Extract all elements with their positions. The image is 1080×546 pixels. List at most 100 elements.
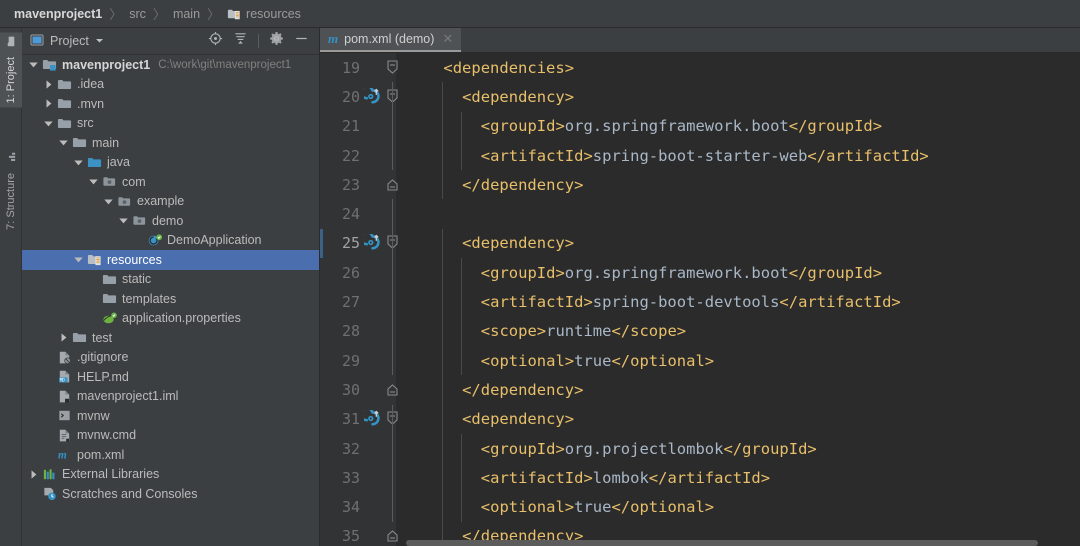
tree-node[interactable]: m pom.xml <box>22 445 319 465</box>
tree-node[interactable]: templates <box>22 289 319 309</box>
ide-window: mavenproject1 〉 src 〉 main 〉 resources 1: Proj… <box>0 0 1080 546</box>
tree-node[interactable]: com <box>22 172 319 192</box>
tree-node[interactable]: Scratches and Consoles <box>22 484 319 504</box>
editor-tab-pom-xml[interactable]: m pom.xml (demo) ✕ <box>320 28 462 52</box>
breadcrumb: mavenproject1 〉 src 〉 main 〉 resources <box>0 0 1080 28</box>
tree-node[interactable]: mavenproject1 C:\work\git\mavenproject1 <box>22 55 319 75</box>
code-line[interactable]: 20 <dependency> <box>320 82 1080 112</box>
tree-node[interactable]: .idea <box>22 75 319 95</box>
code-line[interactable]: 22 <artifactId>spring-boot-starter-web</a… <box>320 140 1080 171</box>
project-view-selector[interactable]: Project <box>30 33 104 50</box>
project-panel-toolbar <box>208 31 315 51</box>
collapse-all-icon[interactable] <box>233 31 248 51</box>
tree-node[interactable]: test <box>22 328 319 348</box>
code-line[interactable]: 30 </dependency> <box>320 375 1080 405</box>
chevron-right-icon[interactable] <box>28 469 42 480</box>
toolbar-divider <box>258 34 259 48</box>
gear-icon[interactable] <box>269 31 284 51</box>
xml-text: lombok <box>592 468 649 487</box>
tree-node[interactable]: java <box>22 153 319 173</box>
tree-node-label: main <box>92 135 120 150</box>
close-icon[interactable]: ✕ <box>442 31 453 47</box>
gitignore-file-icon <box>57 350 77 365</box>
tree-node[interactable]: mvnw <box>22 406 319 426</box>
code-line[interactable]: 28 <scope>runtime</scope> <box>320 316 1080 346</box>
breadcrumb-separator: 〉 <box>109 7 123 22</box>
indent-guide <box>442 258 444 288</box>
tree-node[interactable]: MD HELP.md <box>22 367 319 387</box>
fold-end-icon[interactable] <box>386 381 399 399</box>
rail-tab-7-structure[interactable]: 7: Structure <box>0 148 22 234</box>
breadcrumb-item-src[interactable]: src <box>129 7 146 21</box>
tree-node[interactable]: .mvn <box>22 94 319 114</box>
chevron-down-icon[interactable] <box>118 215 132 226</box>
code-line[interactable]: 33 <artifactId>lombok</artifactId> <box>320 463 1080 493</box>
chevron-down-icon[interactable] <box>28 59 42 70</box>
tree-node[interactable]: .gitignore <box>22 348 319 368</box>
breadcrumb-item-main[interactable]: main <box>173 7 200 21</box>
code-lines[interactable]: 19 <dependencies> 20 <dependency> 21 <groupId… <box>320 53 1080 546</box>
code-line[interactable]: 31 <dependency> <box>320 404 1080 434</box>
code-line[interactable]: 21 <groupId>org.springframework.boot</gro… <box>320 111 1080 141</box>
tree-node[interactable]: static <box>22 270 319 290</box>
fold-guide <box>392 111 393 141</box>
tree-node[interactable]: mvnw.cmd <box>22 426 319 446</box>
chevron-right-icon[interactable] <box>43 98 57 109</box>
breadcrumb-item-resources[interactable]: resources <box>227 7 301 21</box>
line-number: 22 <box>341 146 360 165</box>
line-number: 27 <box>341 293 360 312</box>
tree-node[interactable]: example <box>22 192 319 212</box>
dependency-update-icon[interactable] <box>359 84 382 106</box>
code-line[interactable]: 24 <box>320 199 1080 229</box>
chevron-down-icon[interactable] <box>43 118 57 129</box>
code-line[interactable]: 25 <dependency> <box>320 228 1080 259</box>
rail-tab-1-project[interactable]: 1: Project <box>0 32 22 108</box>
tree-node[interactable]: application.properties <box>22 309 319 329</box>
dependency-update-icon[interactable] <box>359 407 382 428</box>
code-line[interactable]: 23 </dependency> <box>320 170 1080 200</box>
indent-guide <box>461 258 463 288</box>
dependency-update-icon[interactable] <box>359 231 382 252</box>
fold-guide <box>392 345 393 376</box>
code-line[interactable]: 34 <optional>true</optional> <box>320 492 1080 522</box>
indent-guide <box>442 492 444 522</box>
tree-node[interactable]: demo <box>22 211 319 231</box>
fold-end-icon[interactable] <box>386 176 399 194</box>
tree-node[interactable]: DemoApplication <box>22 231 319 251</box>
tree-node[interactable]: mavenproject1.iml <box>22 387 319 407</box>
breadcrumb-item-mavenproject1[interactable]: mavenproject1 <box>14 7 102 21</box>
code-line[interactable]: 32 <groupId>org.projectlombok</groupId> <box>320 433 1080 464</box>
chevron-down-icon[interactable] <box>95 34 104 48</box>
chevron-right-icon[interactable] <box>58 332 72 343</box>
code-text: <groupId>org.springframework.boot</group… <box>406 264 1080 282</box>
code-text: <dependencies> <box>406 59 1080 77</box>
tree-node[interactable]: main <box>22 133 319 153</box>
chevron-down-icon[interactable] <box>73 157 87 168</box>
code-line[interactable]: 29 <optional>true</optional> <box>320 345 1080 376</box>
fold-end-icon[interactable] <box>386 527 399 545</box>
rail-tab-label: 7: Structure <box>5 173 17 230</box>
tree-node[interactable]: External Libraries <box>22 465 319 485</box>
tree-node-label: .idea <box>77 77 105 92</box>
minimize-icon[interactable] <box>294 31 309 51</box>
breadcrumb-label: src <box>129 6 146 21</box>
chevron-down-icon[interactable] <box>58 137 72 148</box>
chevron-right-icon[interactable] <box>43 79 57 90</box>
code-line[interactable]: 19 <dependencies> <box>320 53 1080 82</box>
code-editor[interactable]: 19 <dependencies> 20 <dependency> 21 <groupId… <box>320 53 1080 546</box>
tree-node[interactable]: src <box>22 114 319 134</box>
indent-guide <box>442 345 444 376</box>
fold-guide <box>392 492 393 522</box>
horizontal-scrollbar[interactable] <box>406 540 1038 546</box>
chevron-down-icon[interactable] <box>73 254 87 265</box>
project-tree[interactable]: mavenproject1 C:\work\git\mavenproject1 .i… <box>22 55 319 546</box>
tree-node-label: pom.xml <box>77 447 125 462</box>
chevron-down-icon[interactable] <box>88 176 102 187</box>
tree-node-selected[interactable]: resources <box>22 250 319 270</box>
chevron-down-icon[interactable] <box>103 196 117 207</box>
fold-collapse-icon[interactable] <box>386 59 399 77</box>
locate-icon[interactable] <box>208 31 223 51</box>
code-line[interactable]: 26 <groupId>org.springframework.boot</gro… <box>320 258 1080 288</box>
code-line[interactable]: 27 <artifactId>spring-boot-devtools</arti… <box>320 287 1080 317</box>
